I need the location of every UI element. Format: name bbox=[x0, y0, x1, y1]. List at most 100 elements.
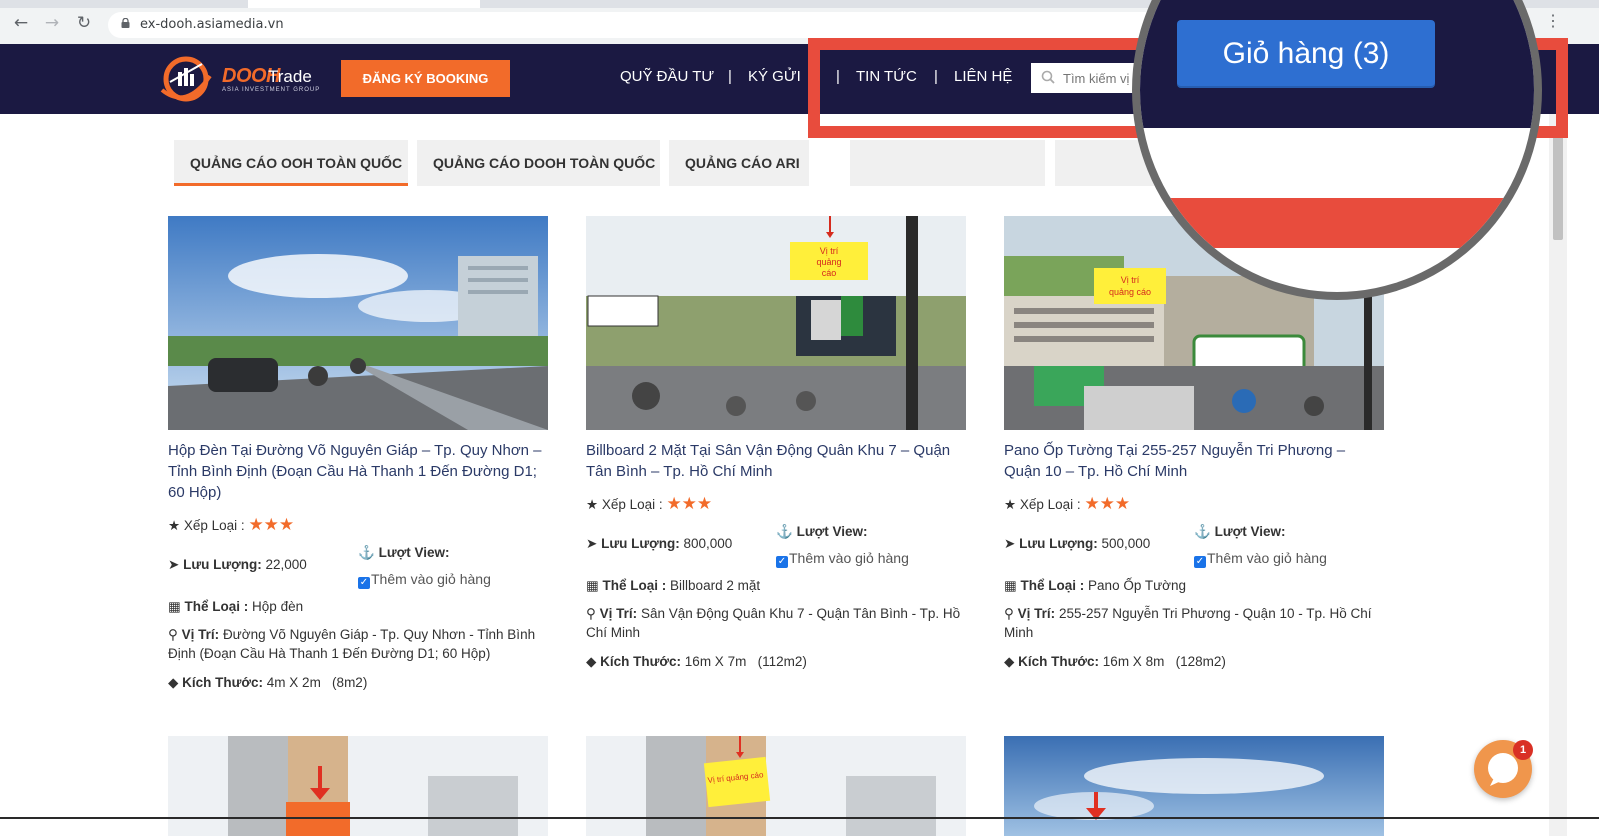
product-photo[interactable] bbox=[168, 736, 548, 836]
scrollbar-thumb[interactable] bbox=[1553, 130, 1563, 240]
anchor-icon: ⚓ bbox=[358, 545, 375, 560]
checkbox-checked-icon[interactable]: ✓ bbox=[358, 577, 370, 589]
rating-label: Xếp Loại : bbox=[601, 497, 663, 512]
size-row: ◆ Kích Thước: 16m X 7m (112m2) bbox=[586, 652, 807, 671]
rating-row: ★ Xếp Loại : ★★★ bbox=[168, 515, 294, 535]
views-label: Lượt View: bbox=[378, 545, 450, 560]
forward-arrow-icon[interactable]: → bbox=[43, 14, 61, 32]
traffic-row: ➤ Lưu Lượng: 22,000 bbox=[168, 555, 307, 574]
rating-row: ★ Xếp Loại : ★★★ bbox=[1004, 494, 1130, 514]
send-icon: ➤ bbox=[586, 536, 598, 551]
star-icon: ★ bbox=[586, 497, 599, 512]
location-label: Vị Trí: bbox=[599, 606, 638, 621]
type-row: ▦ Thể Loại : Pano Ốp Tường bbox=[1004, 576, 1186, 595]
traffic-value: 800,000 bbox=[683, 536, 733, 551]
svg-text:quảng: quảng bbox=[816, 257, 841, 267]
map-marker-icon: ⚲ bbox=[1004, 606, 1014, 621]
size-value: 16m X 8m (128m2) bbox=[1102, 654, 1226, 669]
chat-notification-badge: 1 bbox=[1513, 740, 1533, 760]
reload-icon[interactable]: ↻ bbox=[75, 14, 93, 32]
checkbox-checked-icon[interactable]: ✓ bbox=[1194, 556, 1206, 568]
product-title[interactable]: Hộp Đèn Tại Đường Võ Nguyên Giáp – Tp. Q… bbox=[168, 440, 548, 503]
add-to-cart-checkbox[interactable]: ✓ Thêm vào giỏ hàng bbox=[776, 549, 909, 568]
send-icon: ➤ bbox=[1004, 536, 1016, 551]
traffic-row: ➤ Lưu Lượng: 800,000 bbox=[586, 534, 732, 553]
nav-fund[interactable]: QUỸ ĐẦU TƯ bbox=[620, 68, 714, 85]
map-marker-icon: ⚲ bbox=[168, 627, 178, 642]
star-icon: ★ bbox=[1004, 497, 1017, 512]
location-label: Vị Trí: bbox=[181, 627, 220, 642]
tab-dooh-nationwide[interactable]: QUẢNG CÁO DOOH TOÀN QUỐC bbox=[417, 140, 660, 186]
type-label: Thể Loại : bbox=[184, 599, 249, 614]
views-row: ⚓ Lượt View: bbox=[358, 543, 449, 562]
location-value: Đường Võ Nguyên Giáp - Tp. Quy Nhơn - Tỉ… bbox=[168, 627, 536, 661]
url-text: ex-dooh.asiamedia.vn bbox=[140, 17, 284, 32]
tab-ari[interactable]: QUẢNG CÁO ARI bbox=[669, 140, 809, 186]
type-label: Thể Loại : bbox=[1020, 578, 1085, 593]
type-label: Thể Loại : bbox=[602, 578, 667, 593]
rating-label: Xếp Loại : bbox=[1019, 497, 1081, 512]
views-label: Lượt View: bbox=[796, 524, 868, 539]
booking-button[interactable]: ĐĂNG KÝ BOOKING bbox=[341, 60, 510, 97]
add-to-cart-label[interactable]: Thêm vào giỏ hàng bbox=[1207, 550, 1327, 566]
size-value: 4m X 2m (8m2) bbox=[266, 675, 368, 690]
table-icon: ▦ bbox=[1004, 578, 1017, 593]
table-icon: ▦ bbox=[586, 578, 599, 593]
svg-text:cáo: cáo bbox=[822, 268, 837, 278]
views-label: Lượt View: bbox=[1214, 524, 1286, 539]
cart-button[interactable]: Giỏ hàng (3) bbox=[1177, 20, 1435, 88]
cube-icon: ◆ bbox=[1004, 654, 1015, 669]
product-photo[interactable] bbox=[168, 216, 548, 430]
traffic-value: 22,000 bbox=[265, 557, 307, 572]
size-label: Kích Thước: bbox=[1018, 654, 1100, 669]
type-row: ▦ Thể Loại : Hộp đèn bbox=[168, 597, 303, 616]
tab-ooh-nationwide[interactable]: QUẢNG CÁO OOH TOÀN QUỐC bbox=[174, 140, 408, 186]
star-icon: ★ bbox=[168, 518, 181, 533]
checkbox-checked-icon[interactable]: ✓ bbox=[776, 556, 788, 568]
add-to-cart-checkbox[interactable]: ✓ Thêm vào giỏ hàng bbox=[1194, 549, 1327, 568]
rating-star-icon: ★★★ bbox=[666, 494, 713, 513]
traffic-label: Lưu Lượng: bbox=[183, 557, 262, 572]
rating-label: Xếp Loại : bbox=[183, 518, 245, 533]
size-label: Kích Thước: bbox=[600, 654, 682, 669]
traffic-label: Lưu Lượng: bbox=[601, 536, 680, 551]
menu-kebab-icon[interactable]: ⋮ bbox=[1545, 14, 1561, 30]
send-icon: ➤ bbox=[168, 557, 180, 572]
product-photo[interactable] bbox=[1004, 736, 1384, 836]
rating-star-icon: ★★★ bbox=[248, 515, 295, 534]
anchor-icon: ⚓ bbox=[776, 524, 793, 539]
nav-deposit[interactable]: KÝ GỬI bbox=[748, 68, 801, 85]
product-photo[interactable]: Vị trí quảng cáo bbox=[586, 216, 966, 430]
zoom-highlight-band bbox=[1140, 198, 1534, 248]
product-title[interactable]: Pano Ốp Tường Tại 255-257 Nguyễn Tri Phư… bbox=[1004, 440, 1384, 482]
cube-icon: ◆ bbox=[168, 675, 179, 690]
svg-text:Vị trí: Vị trí bbox=[820, 246, 839, 256]
traffic-row: ➤ Lưu Lượng: 500,000 bbox=[1004, 534, 1150, 553]
traffic-value: 500,000 bbox=[1101, 536, 1151, 551]
back-arrow-icon[interactable]: ← bbox=[12, 14, 30, 32]
logo-text-trade: Trade bbox=[268, 67, 312, 86]
location-row: ⚲ Vị Trí: Sân Vận Động Quân Khu 7 - Quận… bbox=[586, 604, 961, 642]
map-marker-icon: ⚲ bbox=[586, 606, 596, 621]
add-to-cart-checkbox[interactable]: ✓ Thêm vào giỏ hàng bbox=[358, 570, 491, 589]
svg-text:quảng cáo: quảng cáo bbox=[1109, 287, 1151, 297]
location-value: 255-257 Nguyễn Tri Phương - Quận 10 - Tp… bbox=[1004, 606, 1372, 640]
location-row: ⚲ Vị Trí: Đường Võ Nguyên Giáp - Tp. Quy… bbox=[168, 625, 538, 663]
size-value: 16m X 7m (112m2) bbox=[684, 654, 807, 669]
add-to-cart-label[interactable]: Thêm vào giỏ hàng bbox=[789, 550, 909, 566]
tab-hidden-1[interactable] bbox=[850, 140, 1045, 186]
add-to-cart-label[interactable]: Thêm vào giỏ hàng bbox=[371, 571, 491, 587]
views-row: ⚓ Lượt View: bbox=[776, 522, 867, 541]
product-photo[interactable]: Vị trí quảng cáo bbox=[586, 736, 966, 836]
views-row: ⚓ Lượt View: bbox=[1194, 522, 1285, 541]
anchor-icon: ⚓ bbox=[1194, 524, 1211, 539]
logo-subtitle: ASIA INVESTMENT GROUP bbox=[222, 87, 321, 93]
type-row: ▦ Thể Loại : Billboard 2 mặt bbox=[586, 576, 760, 595]
location-label: Vị Trí: bbox=[1017, 606, 1056, 621]
type-value: Pano Ốp Tường bbox=[1088, 578, 1186, 593]
location-row: ⚲ Vị Trí: 255-257 Nguyễn Tri Phương - Qu… bbox=[1004, 604, 1379, 642]
active-tab[interactable] bbox=[248, 0, 480, 8]
traffic-label: Lưu Lượng: bbox=[1019, 536, 1098, 551]
product-title[interactable]: Billboard 2 Mặt Tại Sân Vận Động Quân Kh… bbox=[586, 440, 966, 482]
size-label: Kích Thước: bbox=[182, 675, 264, 690]
